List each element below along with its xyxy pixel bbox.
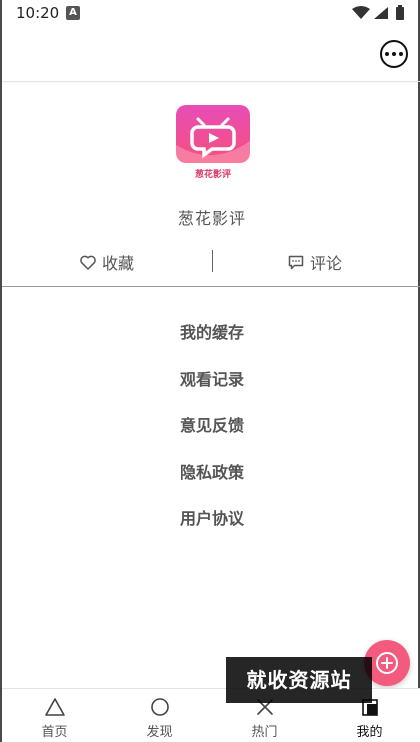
watermark-banner: 就收资源站 [226, 657, 372, 703]
tab-home[interactable]: 首页 [2, 689, 107, 742]
notification-icon: A [66, 6, 80, 20]
favorite-label: 收藏 [102, 254, 135, 273]
comment-icon [288, 255, 304, 269]
dot-icon [392, 52, 396, 56]
top-header [2, 26, 420, 82]
status-time: 10:20 [16, 4, 60, 22]
tab-home-label: 首页 [41, 725, 68, 740]
tab-mine-label: 我的 [356, 725, 383, 740]
menu-item-cache[interactable]: 我的缓存 [2, 316, 420, 363]
app-logo: 葱花影评 [176, 105, 250, 180]
tab-discover[interactable]: 发现 [107, 689, 212, 742]
menu-item-privacy[interactable]: 隐私政策 [2, 456, 420, 503]
logo-caption: 葱花影评 [195, 168, 231, 180]
menu-item-history[interactable]: 观看记录 [2, 363, 420, 410]
dot-icon [399, 52, 403, 56]
add-circle-icon [376, 652, 398, 674]
profile-actions: 收藏 评论 [2, 248, 420, 278]
settings-menu: 我的缓存 观看记录 意见反馈 隐私政策 用户协议 [2, 316, 420, 549]
comment-button[interactable]: 评论 [288, 248, 342, 276]
action-divider [212, 250, 213, 272]
more-options-button[interactable] [380, 40, 408, 68]
dot-icon [385, 52, 389, 56]
circle-icon [151, 698, 169, 716]
favorite-button[interactable]: 收藏 [80, 248, 134, 276]
app-name: 葱花影评 [177, 209, 246, 228]
tab-discover-label: 发现 [146, 725, 173, 740]
tab-hot-label: 热门 [251, 725, 278, 740]
status-bar: 10:20 A [2, 0, 420, 26]
comment-label: 评论 [310, 254, 343, 273]
triangle-icon [45, 698, 65, 716]
heart-icon [80, 255, 96, 270]
app-frame: 10:20 A 葱花影评 葱花影评 收藏 评论 我的缓存 观看记录 意见反馈 隐… [0, 0, 420, 742]
menu-item-agreement[interactable]: 用户协议 [2, 502, 420, 549]
menu-item-feedback[interactable]: 意见反馈 [2, 409, 420, 456]
section-divider [2, 286, 420, 287]
signal-battery-icon [352, 5, 404, 20]
